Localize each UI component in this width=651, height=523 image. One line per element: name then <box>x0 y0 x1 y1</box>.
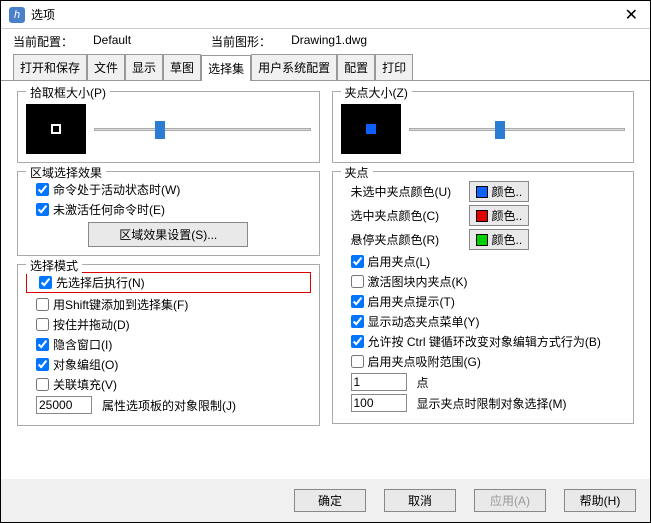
gripsize-slider[interactable] <box>409 119 626 139</box>
lbl-active-cmd: 命令处于活动状态时(W) <box>53 181 180 198</box>
close-icon[interactable]: ✕ <box>621 5 642 25</box>
unsel-color-button[interactable]: 颜色.. <box>469 181 530 202</box>
chk-presel[interactable] <box>39 276 52 289</box>
chk-group[interactable] <box>36 358 49 371</box>
current-drawing-value: Drawing1.dwg <box>291 33 367 50</box>
lbl-shift: 用Shift键添加到选择集(F) <box>53 296 188 313</box>
pickbox-group: 拾取框大小(P) <box>17 91 320 163</box>
hover-color-button[interactable]: 颜色.. <box>469 229 530 250</box>
tab-selection[interactable]: 选择集 <box>201 55 251 81</box>
lbl-implied: 隐含窗口(I) <box>53 336 112 353</box>
area-settings-button[interactable]: 区域效果设置(S)... <box>88 222 248 247</box>
window-title: 选项 <box>31 6 621 23</box>
sel-swatch <box>476 210 488 222</box>
area-effect-title: 区域选择效果 <box>26 164 106 181</box>
lbl-hover-color: 悬停夹点颜色(R) <box>351 231 469 248</box>
tab-user[interactable]: 用户系统配置 <box>251 54 337 80</box>
lbl-enable-grips: 启用夹点(L) <box>368 253 431 270</box>
mode-title: 选择模式 <box>26 257 82 274</box>
chk-snap[interactable] <box>351 355 364 368</box>
pickbox-preview <box>26 104 86 154</box>
gripsize-group: 夹点大小(Z) <box>332 91 635 163</box>
tab-strip: 打开和保存 文件 显示 草图 选择集 用户系统配置 配置 打印 <box>1 54 650 80</box>
tab-open-save[interactable]: 打开和保存 <box>13 54 87 80</box>
chk-grip-tips[interactable] <box>351 295 364 308</box>
lbl-dyn-menu: 显示动态夹点菜单(Y) <box>368 313 480 330</box>
tab-print[interactable]: 打印 <box>375 54 413 80</box>
lbl-grip-tips: 启用夹点提示(T) <box>368 293 455 310</box>
input-palette-limit[interactable] <box>36 396 92 414</box>
input-grip-limit[interactable] <box>351 394 407 412</box>
chk-hatch[interactable] <box>36 378 49 391</box>
pickbox-slider[interactable] <box>94 119 311 139</box>
lbl-presel: 先选择后执行(N) <box>56 274 145 291</box>
lbl-unsel-color: 未选中夹点颜色(U) <box>351 183 469 200</box>
input-snap-range[interactable] <box>351 373 407 391</box>
chk-ctrl-cycle[interactable] <box>351 335 364 348</box>
pickbox-title: 拾取框大小(P) <box>26 84 110 101</box>
gripsize-preview <box>341 104 401 154</box>
app-icon: h <box>9 7 25 23</box>
unsel-swatch <box>476 186 488 198</box>
chk-block-grips[interactable] <box>351 275 364 288</box>
lbl-pressdrag: 按住并拖动(D) <box>53 316 130 333</box>
chk-enable-grips[interactable] <box>351 255 364 268</box>
ok-button[interactable]: 确定 <box>294 489 366 512</box>
mode-group: 选择模式 先选择后执行(N) 用Shift键添加到选择集(F) 按住并拖动(D)… <box>17 264 320 426</box>
chk-no-cmd[interactable] <box>36 203 49 216</box>
lbl-sel-color: 选中夹点颜色(C) <box>351 207 469 224</box>
chk-shift[interactable] <box>36 298 49 311</box>
chk-active-cmd[interactable] <box>36 183 49 196</box>
lbl-no-cmd: 未激活任何命令时(E) <box>53 201 165 218</box>
highlight-presel: 先选择后执行(N) <box>26 272 311 293</box>
tab-display[interactable]: 显示 <box>125 54 163 80</box>
hover-swatch <box>476 234 488 246</box>
lbl-grip-limit: 显示夹点时限制对象选择(M) <box>417 395 567 412</box>
tab-profiles[interactable]: 配置 <box>337 54 375 80</box>
lbl-palette-limit: 属性选项板的对象限制(J) <box>102 397 236 414</box>
help-button[interactable]: 帮助(H) <box>564 489 636 512</box>
lbl-group: 对象编组(O) <box>53 356 118 373</box>
lbl-block-grips: 激活图块内夹点(K) <box>368 273 468 290</box>
current-config-value: Default <box>93 33 131 50</box>
area-effect-group: 区域选择效果 命令处于活动状态时(W) 未激活任何命令时(E) 区域效果设置(S… <box>17 171 320 256</box>
tab-files[interactable]: 文件 <box>87 54 125 80</box>
chk-pressdrag[interactable] <box>36 318 49 331</box>
grips-group: 夹点 未选中夹点颜色(U) 颜色.. 选中夹点颜色(C) 颜色.. 悬停夹点颜色… <box>332 171 635 424</box>
gripsize-title: 夹点大小(Z) <box>341 84 412 101</box>
lbl-snap-unit: 点 <box>417 374 429 391</box>
sel-color-button[interactable]: 颜色.. <box>469 205 530 226</box>
grips-title: 夹点 <box>341 164 373 181</box>
lbl-ctrl-cycle: 允许按 Ctrl 键循环改变对象编辑方式行为(B) <box>368 333 601 350</box>
current-drawing-label: 当前图形： <box>211 33 271 50</box>
lbl-hatch: 关联填充(V) <box>53 376 117 393</box>
current-config-label: 当前配置： <box>13 33 73 50</box>
chk-implied[interactable] <box>36 338 49 351</box>
tab-draft[interactable]: 草图 <box>163 54 201 80</box>
lbl-snap: 启用夹点吸附范围(G) <box>368 353 481 370</box>
cancel-button[interactable]: 取消 <box>384 489 456 512</box>
chk-dyn-menu[interactable] <box>351 315 364 328</box>
apply-button[interactable]: 应用(A) <box>474 489 546 512</box>
footer: 确定 取消 应用(A) 帮助(H) <box>1 479 650 522</box>
